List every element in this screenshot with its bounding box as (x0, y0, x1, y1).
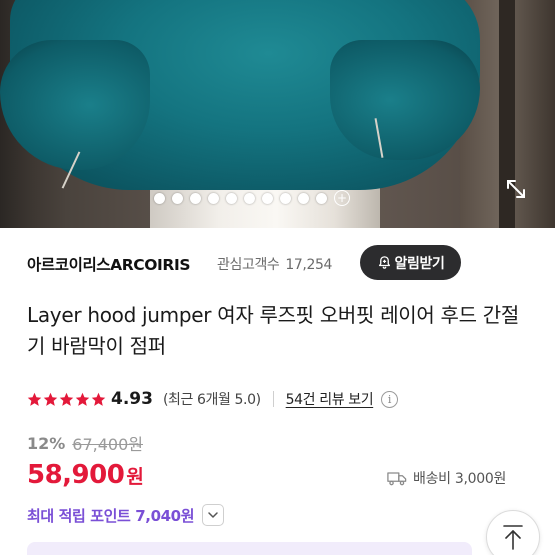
currency-unit: 원 (126, 466, 144, 488)
followers-number: 17,254 (285, 257, 332, 273)
points-expand-button[interactable] (202, 504, 225, 526)
benefit-banner[interactable] (27, 542, 472, 555)
original-price: 67,400원 (72, 435, 144, 454)
truck-icon (387, 471, 407, 485)
product-title: Layer hood jumper 여자 루즈핏 오버핏 레이어 후드 간절기 … (27, 303, 520, 358)
divider (272, 391, 274, 407)
gallery-dot[interactable] (190, 192, 201, 204)
max-points: 최대 적립 포인트 7,040원 (27, 506, 195, 525)
bell-plus-icon (378, 256, 390, 269)
recent-rating: (최근 6개월 5.0) (162, 392, 261, 408)
shipping-fee: 배송비 3,000원 (387, 467, 506, 489)
shipping-fee-text: 배송비 3,000원 (413, 471, 507, 487)
discount-rate: 12% (27, 433, 66, 453)
gallery-dot[interactable] (154, 192, 165, 204)
rating-score: 4.93 (111, 389, 153, 409)
gallery-dot[interactable] (298, 192, 309, 204)
followers-label: 관심고객수 (217, 257, 280, 273)
star-icon (91, 392, 106, 406)
store-row: 아르코이리스ARCOIRIS 관심고객수 17,254 알림받기 (27, 245, 527, 281)
sale-price: 58,900 원 (27, 460, 144, 496)
gallery-pagination: + (154, 190, 350, 206)
scroll-to-top-button[interactable] (486, 510, 540, 555)
sale-price-amount: 58,900 (27, 460, 125, 490)
expand-arrows-icon[interactable] (503, 176, 529, 202)
star-icon (43, 392, 58, 406)
star-icon (75, 392, 90, 406)
chevron-down-icon (208, 512, 218, 518)
gallery-dot[interactable] (262, 192, 273, 204)
star-icon (59, 392, 74, 406)
alarm-subscribe-button[interactable]: 알림받기 (360, 245, 461, 280)
discount-row: 12% 67,400원 (27, 432, 144, 455)
points-row: 최대 적립 포인트 7,040원 (27, 503, 225, 527)
info-icon[interactable]: i (381, 390, 399, 408)
arrow-up-icon (503, 525, 523, 550)
gallery-dot[interactable] (172, 192, 183, 204)
plus-circle-icon[interactable]: + (334, 190, 350, 206)
gallery-dot[interactable] (226, 192, 237, 204)
gallery-dot[interactable] (316, 192, 327, 204)
alarm-button-label: 알림받기 (394, 255, 445, 272)
star-rating (27, 392, 106, 407)
store-name[interactable]: 아르코이리스ARCOIRIS (27, 253, 190, 275)
gallery-dot[interactable] (280, 192, 291, 204)
gallery-dot[interactable] (208, 192, 219, 204)
rating-row: 4.93 (최근 6개월 5.0) 54건 리뷰 보기 i (27, 386, 537, 412)
star-icon (27, 392, 42, 406)
followers-count: 관심고객수 17,254 (217, 254, 332, 274)
product-image[interactable]: + (0, 0, 555, 228)
reviews-link[interactable]: 54건 리뷰 보기 (286, 389, 374, 409)
jacket-sleeve-left (0, 40, 150, 170)
jacket-sleeve-right (330, 40, 480, 160)
gallery-dot[interactable] (244, 192, 255, 204)
